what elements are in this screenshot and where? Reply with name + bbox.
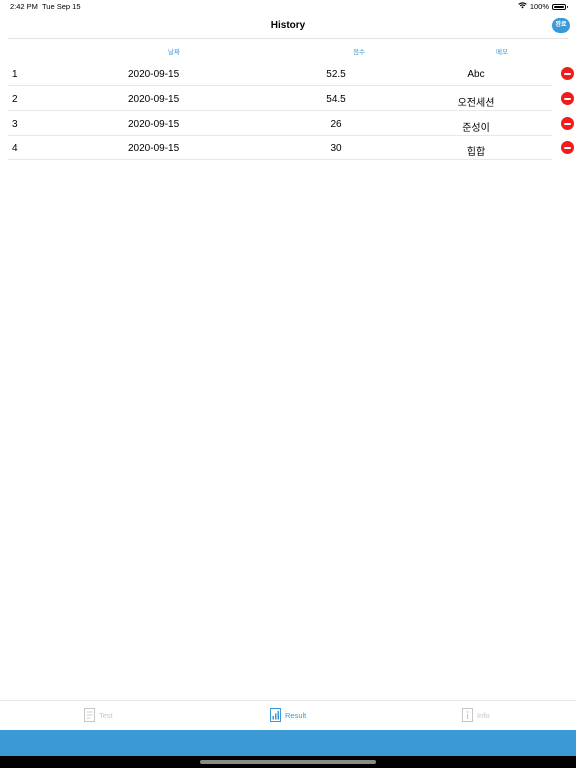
column-header-score: 점수 bbox=[353, 49, 365, 56]
chart-document-icon bbox=[270, 708, 281, 722]
table-row[interactable]: 4 2020-09-15 30 힙합 bbox=[0, 135, 576, 160]
row-index: 4 bbox=[12, 143, 18, 154]
delete-icon[interactable] bbox=[561, 67, 574, 80]
tab-result[interactable]: Result bbox=[270, 708, 306, 722]
row-score: 54.5 bbox=[326, 94, 346, 105]
row-index: 1 bbox=[12, 69, 18, 80]
status-bar: 2:42 PM Tue Sep 15 100% bbox=[0, 0, 576, 14]
status-right: 100% bbox=[518, 0, 568, 14]
row-memo: Abc bbox=[467, 69, 485, 80]
table-header: 날짜 점수 메모 bbox=[8, 38, 568, 60]
status-date: Tue Sep 15 bbox=[42, 2, 81, 11]
row-memo: 준성이 bbox=[462, 123, 490, 134]
row-score: 26 bbox=[330, 119, 342, 130]
tab-bar: Test Result Info bbox=[0, 700, 576, 730]
row-score: 52.5 bbox=[326, 69, 346, 80]
delete-icon[interactable] bbox=[561, 92, 574, 105]
row-memo: 힙합 bbox=[466, 147, 486, 158]
column-header-date: 날짜 bbox=[168, 49, 180, 56]
battery-icon bbox=[552, 4, 568, 10]
page-title: History bbox=[270, 20, 306, 31]
row-divider bbox=[8, 159, 552, 160]
row-date: 2020-09-15 bbox=[128, 69, 180, 80]
table-row[interactable]: 2 2020-09-15 54.5 오전세션 bbox=[0, 86, 576, 111]
table-row[interactable]: 3 2020-09-15 26 준성이 bbox=[0, 111, 576, 136]
tab-result-label: Result bbox=[285, 710, 307, 720]
tab-info[interactable]: Info bbox=[462, 708, 490, 722]
nav-bar: History 완료 bbox=[0, 14, 576, 38]
row-index: 2 bbox=[12, 94, 18, 105]
delete-icon[interactable] bbox=[561, 141, 574, 154]
wifi-icon bbox=[518, 0, 527, 14]
row-date: 2020-09-15 bbox=[128, 143, 180, 154]
row-memo: 오전세션 bbox=[457, 98, 495, 109]
status-time: 2:42 PM bbox=[10, 2, 38, 11]
delete-icon[interactable] bbox=[561, 117, 574, 130]
document-icon bbox=[84, 708, 95, 722]
done-button[interactable]: 완료 bbox=[552, 18, 570, 33]
info-document-icon bbox=[462, 708, 473, 722]
row-date: 2020-09-15 bbox=[128, 119, 180, 130]
tab-test-label: Test bbox=[99, 710, 113, 720]
column-header-memo: 메모 bbox=[496, 49, 508, 56]
table-row[interactable]: 1 2020-09-15 52.5 Abc bbox=[0, 61, 576, 86]
bottom-accent-band bbox=[0, 730, 576, 756]
battery-percent: 100% bbox=[529, 2, 549, 11]
tab-info-label: Info bbox=[477, 710, 490, 720]
row-score: 30 bbox=[330, 143, 342, 154]
tab-test[interactable]: Test bbox=[84, 708, 113, 722]
row-index: 3 bbox=[12, 119, 18, 130]
home-indicator[interactable] bbox=[200, 760, 376, 764]
row-date: 2020-09-15 bbox=[128, 94, 180, 105]
